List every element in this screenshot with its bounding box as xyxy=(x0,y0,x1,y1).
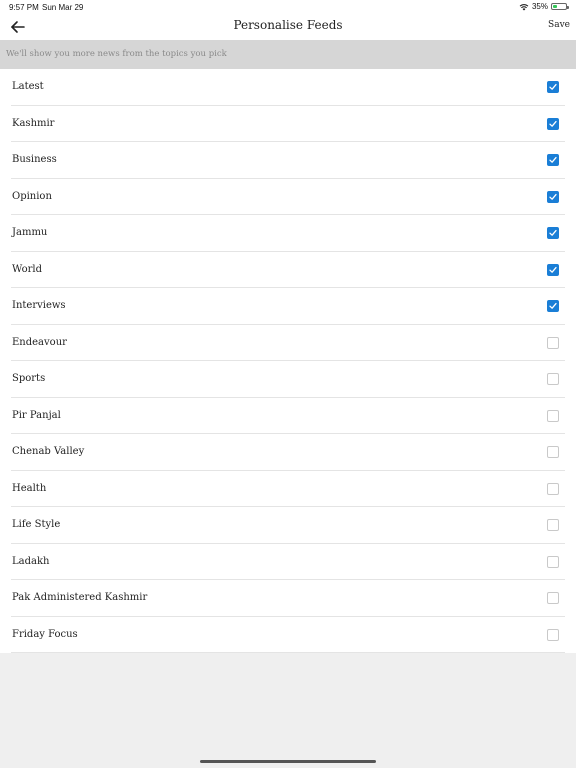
nav-bar: Personalise Feeds Save xyxy=(0,14,576,40)
battery-percent: 35% xyxy=(531,2,548,11)
checkbox-checked[interactable] xyxy=(547,81,559,93)
topic-label: Pir Panjal xyxy=(12,409,61,421)
checkbox-unchecked[interactable] xyxy=(547,519,559,531)
topic-label: Latest xyxy=(12,81,44,92)
topic-row[interactable]: Kashmir xyxy=(0,106,576,143)
checkmark-icon xyxy=(549,83,557,90)
topic-row[interactable]: Jammu xyxy=(0,215,576,252)
topic-row[interactable]: Friday Focus xyxy=(0,617,576,654)
topic-label: Interviews xyxy=(12,300,66,311)
topic-row[interactable]: Life Style xyxy=(0,507,576,544)
status-right: 35% xyxy=(519,2,569,11)
topic-label: Ladakh xyxy=(12,555,50,567)
subtitle-banner: We'll show you more news from the topics… xyxy=(0,40,576,69)
page-title: Personalise Feeds xyxy=(233,18,343,32)
topic-label: Life Style xyxy=(12,519,61,530)
checkbox-unchecked[interactable] xyxy=(547,409,559,422)
topic-label: Business xyxy=(12,154,57,165)
subtitle-text: We'll show you more news from the topics… xyxy=(6,49,227,59)
topic-row[interactable]: Pak Administered Kashmir xyxy=(0,580,576,617)
checkmark-icon xyxy=(549,229,557,236)
topic-row[interactable]: World xyxy=(0,252,576,289)
checkbox-unchecked[interactable] xyxy=(547,628,559,641)
topic-label: Kashmir xyxy=(12,117,55,129)
checkmark-icon xyxy=(549,302,557,309)
topic-list: Latest Kashmir Business Opinion Jammu World In… xyxy=(0,69,576,653)
checkbox-unchecked[interactable] xyxy=(547,555,559,568)
battery-charging-icon xyxy=(551,3,569,10)
topic-row[interactable]: Latest xyxy=(0,69,576,106)
topic-row[interactable]: Ladakh xyxy=(0,544,576,581)
checkbox-unchecked[interactable] xyxy=(547,592,559,604)
checkbox-unchecked[interactable] xyxy=(547,446,559,458)
checkbox-unchecked[interactable] xyxy=(547,482,559,495)
checkbox-unchecked[interactable] xyxy=(547,373,559,385)
topic-label: Endeavour xyxy=(12,336,67,348)
topic-label: Health xyxy=(12,482,47,494)
checkbox-checked[interactable] xyxy=(547,227,559,239)
save-button[interactable]: Save xyxy=(548,20,570,30)
checkbox-checked[interactable] xyxy=(547,154,559,166)
checkmark-icon xyxy=(549,120,557,127)
checkbox-checked[interactable] xyxy=(547,190,559,203)
wifi-icon xyxy=(519,3,529,10)
checkbox-checked[interactable] xyxy=(547,117,559,130)
checkmark-icon xyxy=(549,266,557,273)
topic-label: Friday Focus xyxy=(12,628,78,640)
topic-row[interactable]: Health xyxy=(0,471,576,508)
checkmark-icon xyxy=(549,193,557,200)
topic-row[interactable]: Interviews xyxy=(0,288,576,325)
topic-label: Pak Administered Kashmir xyxy=(12,592,148,603)
topic-label: Sports xyxy=(12,373,46,384)
topic-row[interactable]: Endeavour xyxy=(0,325,576,362)
status-date: Sun Mar 29 xyxy=(42,3,84,12)
topic-row[interactable]: Sports xyxy=(0,361,576,398)
topic-row[interactable]: Chenab Valley xyxy=(0,434,576,471)
checkmark-icon xyxy=(549,156,557,163)
topic-label: Chenab Valley xyxy=(12,446,85,457)
home-indicator[interactable] xyxy=(200,760,376,763)
topic-row[interactable]: Opinion xyxy=(0,179,576,216)
status-bar: 9:57 PM Sun Mar 29 35% xyxy=(0,0,576,14)
status-time: 9:57 PM xyxy=(9,3,39,12)
checkbox-checked[interactable] xyxy=(547,300,559,312)
topic-row[interactable]: Business xyxy=(0,142,576,179)
checkbox-unchecked[interactable] xyxy=(547,336,559,349)
topic-label: World xyxy=(12,263,42,275)
topic-label: Opinion xyxy=(12,190,52,202)
checkbox-checked[interactable] xyxy=(547,263,559,276)
topic-label: Jammu xyxy=(12,227,48,238)
topic-row[interactable]: Pir Panjal xyxy=(0,398,576,435)
